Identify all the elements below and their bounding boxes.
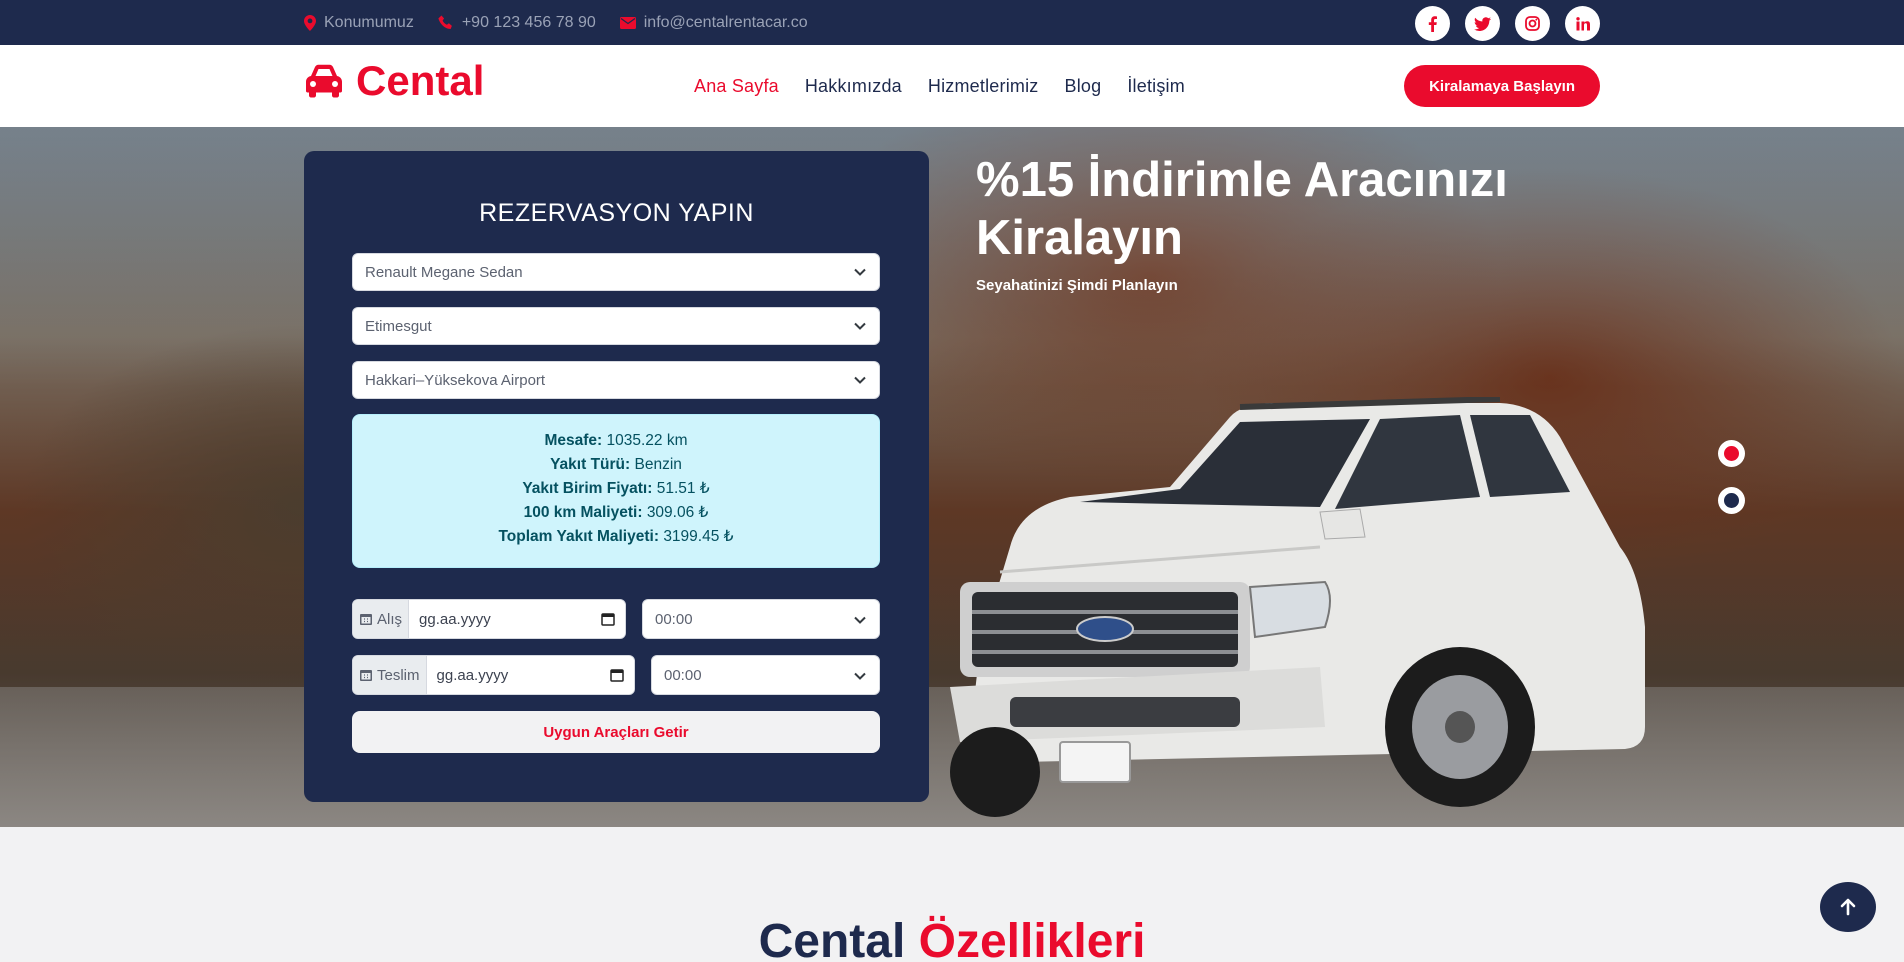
indicator-active-dot: [1724, 446, 1739, 461]
map-marker-icon: [304, 14, 316, 31]
back-to-top-button[interactable]: [1820, 882, 1876, 932]
features-title-accent: Özellikleri: [918, 915, 1146, 962]
pickup-location-value: Etimesgut: [365, 317, 432, 335]
find-cars-button[interactable]: Uygun Araçları Getir: [352, 711, 880, 753]
distance-value: 1035.22 km: [606, 432, 688, 449]
brand-logo[interactable]: Cental: [304, 57, 484, 105]
phone-text: +90 123 456 78 90: [461, 13, 596, 31]
cost-100km-row: 100 km Maliyeti: 309.06 ₺: [353, 501, 879, 525]
reservation-form: REZERVASYON YAPIN Renault Megane Sedan E…: [304, 151, 929, 802]
chevron-down-icon: [854, 616, 866, 624]
calendar-picker-icon[interactable]: [610, 668, 624, 682]
envelope-icon: [619, 16, 636, 29]
suv-image: [950, 397, 1645, 817]
cost-100km-value: 309.06 ₺: [646, 504, 709, 521]
pickup-time-value: 00:00: [655, 610, 693, 628]
email-text: info@centalrentacar.co: [643, 13, 808, 31]
start-rental-button[interactable]: Kiralamaya Başlayın: [1404, 65, 1600, 107]
fuel-info-box: Mesafe: 1035.22 km Yakıt Türü: Benzin Ya…: [352, 414, 880, 568]
hero-sky: [0, 127, 1904, 387]
top-bar: Konumumuz +90 123 456 78 90 info@centalr…: [0, 0, 1904, 45]
chevron-down-icon: [854, 376, 866, 384]
distance-row: Mesafe: 1035.22 km: [353, 429, 879, 453]
nav-blog[interactable]: Blog: [1065, 76, 1102, 97]
car-icon: [306, 64, 342, 98]
return-label-text: Teslim: [377, 666, 420, 684]
return-time-select[interactable]: 00:00: [651, 655, 880, 695]
features-heading: Cental Özellikleri: [0, 914, 1904, 962]
pickup-date-placeholder: gg.aa.yyyy: [419, 610, 491, 628]
phone-icon: [438, 15, 452, 29]
fuel-price-row: Yakıt Birim Fiyatı: 51.51 ₺: [353, 477, 879, 501]
social-links: [1415, 6, 1600, 41]
pickup-label-text: Alış: [377, 610, 403, 628]
total-cost-value: 3199.45 ₺: [663, 528, 734, 545]
facebook-button[interactable]: [1415, 6, 1450, 41]
reservation-title: REZERVASYON YAPIN: [479, 199, 754, 227]
calendar-icon: [360, 614, 372, 625]
return-date-placeholder: gg.aa.yyyy: [436, 666, 509, 684]
carousel-indicator-1[interactable]: [1718, 440, 1745, 467]
calendar-picker-icon[interactable]: [601, 612, 615, 626]
pickup-date-label: Alış: [353, 600, 410, 638]
distance-label: Mesafe:: [544, 432, 603, 449]
return-time-value: 00:00: [664, 666, 702, 684]
total-cost-row: Toplam Yakıt Maliyeti: 3199.45 ₺: [353, 525, 879, 549]
instagram-button[interactable]: [1515, 6, 1550, 41]
fuel-price-value: 51.51 ₺: [656, 480, 710, 497]
fuel-type-label: Yakıt Türü:: [550, 456, 631, 473]
arrow-up-icon: [1840, 898, 1856, 916]
hero-carousel: REZERVASYON YAPIN Renault Megane Sedan E…: [0, 127, 1904, 827]
fuel-type-row: Yakıt Türü: Benzin: [353, 453, 879, 477]
pickup-location-select[interactable]: Etimesgut: [352, 307, 880, 345]
features-title-main: Cental: [758, 915, 906, 962]
nav-home[interactable]: Ana Sayfa: [694, 76, 779, 97]
chevron-down-icon: [854, 672, 866, 680]
contact-info: Konumumuz +90 123 456 78 90 info@centalr…: [304, 0, 808, 45]
return-date-label: Teslim: [353, 656, 427, 694]
hero-subtitle: Seyahatinizi Şimdi Planlayın: [976, 277, 1178, 294]
carousel-indicator-2[interactable]: [1718, 487, 1745, 514]
pickup-date-input[interactable]: gg.aa.yyyy: [409, 600, 625, 638]
calendar-icon: [360, 670, 372, 681]
twitter-button[interactable]: [1465, 6, 1500, 41]
chevron-down-icon: [854, 322, 866, 330]
car-select-value: Renault Megane Sedan: [365, 263, 523, 281]
pickup-time-select[interactable]: 00:00: [642, 599, 880, 639]
cost-100km-label: 100 km Maliyeti:: [523, 504, 643, 521]
dropoff-location-value: Hakkari–Yüksekova Airport: [365, 371, 546, 389]
location-link[interactable]: Konumumuz: [304, 14, 414, 32]
return-date-group: Teslim gg.aa.yyyy: [352, 655, 635, 695]
dropoff-location-select[interactable]: Hakkari–Yüksekova Airport: [352, 361, 880, 399]
nav-about[interactable]: Hakkımızda: [805, 76, 902, 97]
phone-link[interactable]: +90 123 456 78 90: [438, 14, 596, 32]
twitter-icon: [1474, 16, 1491, 31]
car-select[interactable]: Renault Megane Sedan: [352, 253, 880, 291]
linkedin-icon: [1575, 16, 1590, 30]
facebook-icon: [1428, 15, 1437, 32]
nav-menu: Ana Sayfa Hakkımızda Hizmetlerimiz Blog …: [694, 45, 1185, 127]
brand-name: Cental: [356, 57, 485, 104]
linkedin-button[interactable]: [1565, 6, 1600, 41]
indicator-dot: [1724, 493, 1739, 508]
nav-contact[interactable]: İletişim: [1127, 76, 1185, 97]
location-text: Konumumuz: [324, 13, 414, 31]
nav-services[interactable]: Hizmetlerimiz: [928, 76, 1039, 97]
fuel-price-label: Yakıt Birim Fiyatı:: [522, 480, 653, 497]
chevron-down-icon: [854, 268, 866, 276]
return-date-input[interactable]: gg.aa.yyyy: [426, 656, 634, 694]
instagram-icon: [1525, 16, 1540, 31]
total-cost-label: Toplam Yakıt Maliyeti:: [498, 528, 659, 545]
main-navbar: Cental Ana Sayfa Hakkımızda Hizmetlerimi…: [0, 45, 1904, 127]
fuel-type-value: Benzin: [634, 456, 682, 473]
hero-title: %15 İndirimle Aracınızı Kiralayın: [976, 153, 1508, 265]
email-link[interactable]: info@centalrentacar.co: [619, 13, 808, 32]
pickup-date-group: Alış gg.aa.yyyy: [352, 599, 626, 639]
